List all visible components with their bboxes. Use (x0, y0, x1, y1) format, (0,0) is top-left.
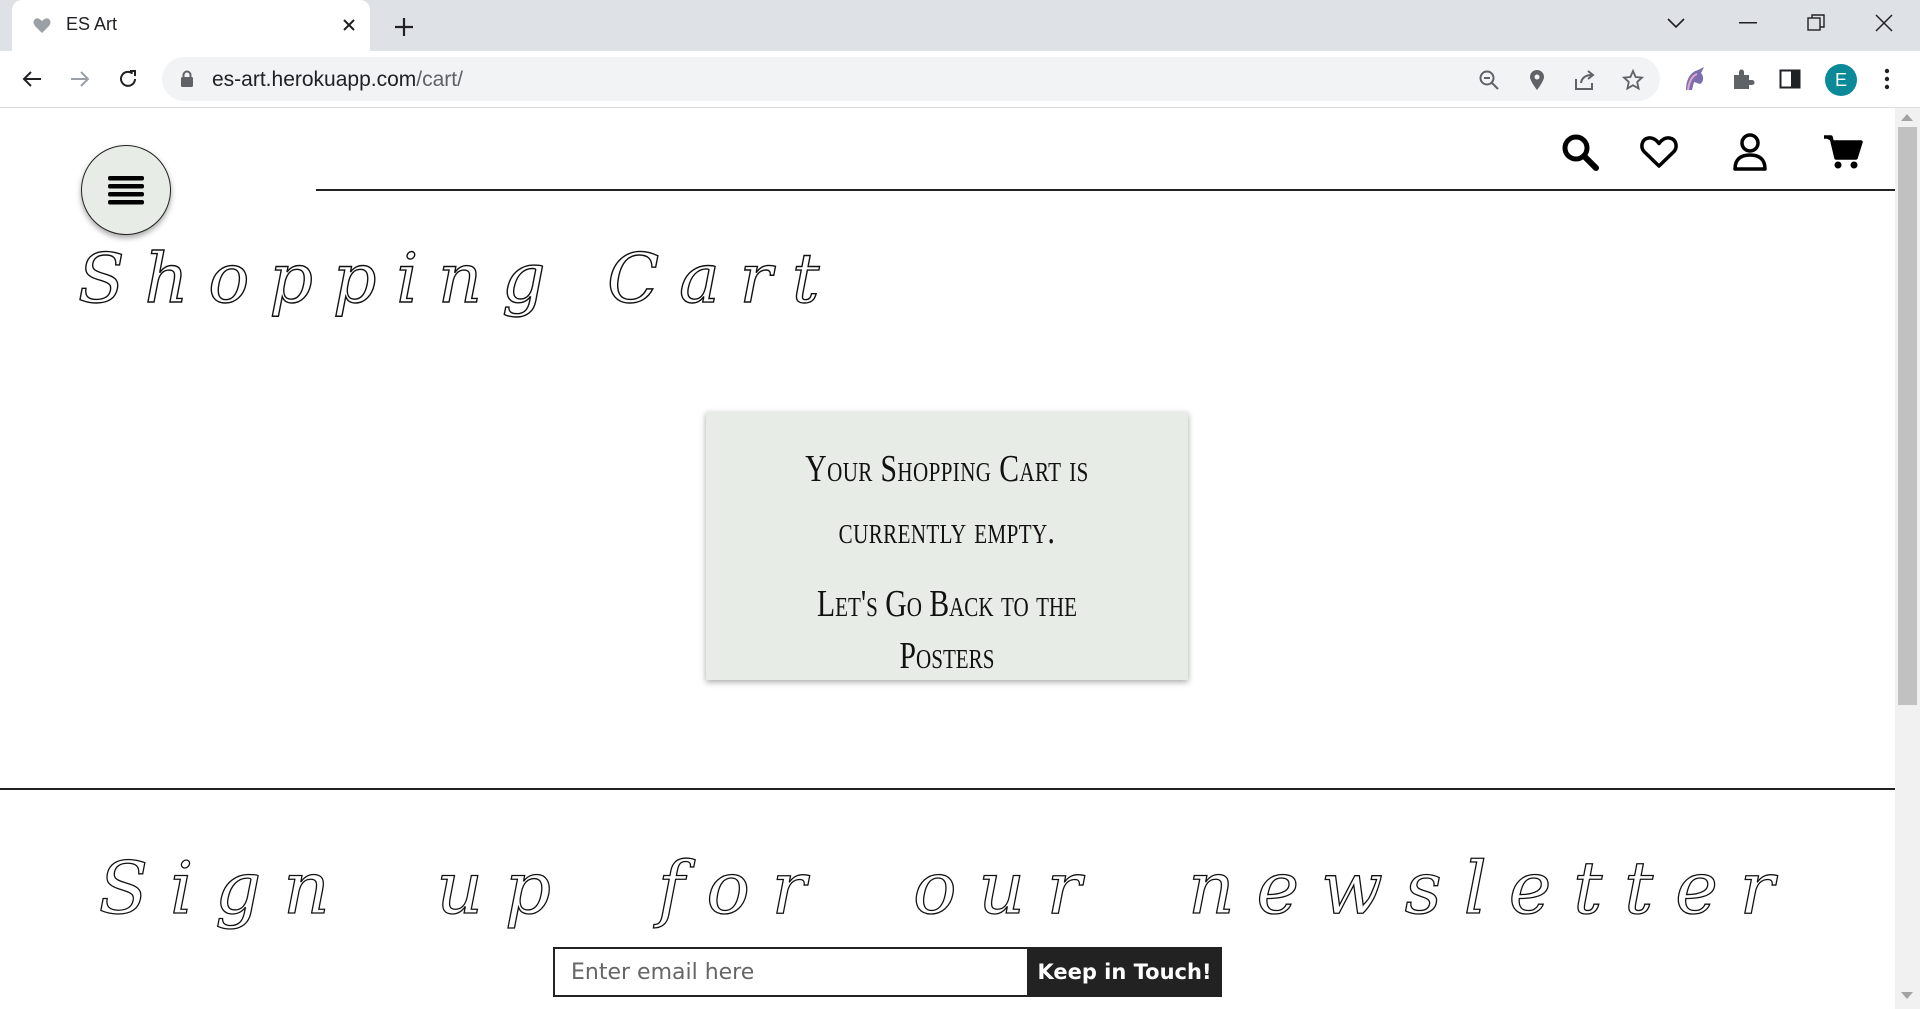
header-divider (316, 189, 1895, 191)
browser-toolbar: es-art.herokuapp.com/cart/ E (0, 51, 1920, 108)
browser-tab-bar: ES Art (0, 0, 1920, 51)
url-host: es-art.herokuapp.com (212, 68, 417, 91)
heart-favicon-icon (33, 18, 51, 33)
hamburger-menu-icon (108, 176, 144, 205)
tab-search-chevron-icon[interactable] (1656, 8, 1696, 38)
unicorn-icon[interactable] (1680, 64, 1710, 94)
address-bar[interactable]: es-art.herokuapp.com/cart/ (162, 57, 1660, 101)
newsletter-email-input[interactable] (553, 947, 1027, 997)
scroll-up-arrow-icon[interactable] (1901, 114, 1913, 121)
restore-icon[interactable] (1796, 8, 1836, 38)
scrollbar-thumb[interactable] (1898, 127, 1917, 705)
side-panel-icon[interactable] (1775, 64, 1805, 94)
empty-cart-box: Your Shopping Cart is currently empty. L… (706, 412, 1188, 680)
arrow-left-icon[interactable] (18, 65, 46, 93)
close-icon[interactable] (338, 14, 360, 36)
keep-in-touch-button[interactable]: Keep in Touch! (1027, 947, 1222, 997)
star-icon[interactable] (1620, 67, 1646, 93)
heart-icon[interactable] (1637, 130, 1681, 174)
lock-icon (181, 70, 193, 87)
plus-icon[interactable] (390, 13, 418, 41)
scroll-down-arrow-icon[interactable] (1901, 992, 1913, 999)
hamburger-menu-button[interactable] (81, 145, 171, 235)
minimize-icon[interactable] (1728, 8, 1768, 38)
zoom-out-icon[interactable] (1476, 67, 1502, 93)
page-content: Shopping Cart Your Shopping Cart is curr… (0, 108, 1895, 1009)
user-icon[interactable] (1728, 130, 1772, 174)
reload-icon[interactable] (114, 65, 142, 93)
kebab-menu-icon[interactable] (1872, 64, 1902, 94)
browser-tab[interactable]: ES Art (12, 0, 370, 51)
empty-cart-message: Your Shopping Cart is currently empty. (805, 448, 1089, 552)
profile-avatar[interactable]: E (1825, 64, 1857, 96)
page-title: Shopping Cart (77, 239, 840, 319)
share-icon[interactable] (1572, 67, 1598, 93)
url-text: es-art.herokuapp.com/cart/ (212, 68, 463, 92)
newsletter-title: Sign up for our newsletter (98, 845, 1797, 930)
arrow-right-icon[interactable] (66, 65, 94, 93)
footer-divider (0, 788, 1895, 790)
url-path: /cart/ (416, 68, 463, 91)
cart-icon[interactable] (1821, 130, 1865, 174)
search-icon[interactable] (1558, 130, 1602, 174)
tab-title: ES Art (66, 14, 118, 34)
window-close-icon[interactable] (1864, 8, 1904, 38)
back-to-posters-link[interactable]: Let's Go Back to the Posters (775, 578, 1120, 682)
puzzle-icon[interactable] (1728, 64, 1758, 94)
location-pin-icon[interactable] (1524, 67, 1550, 93)
